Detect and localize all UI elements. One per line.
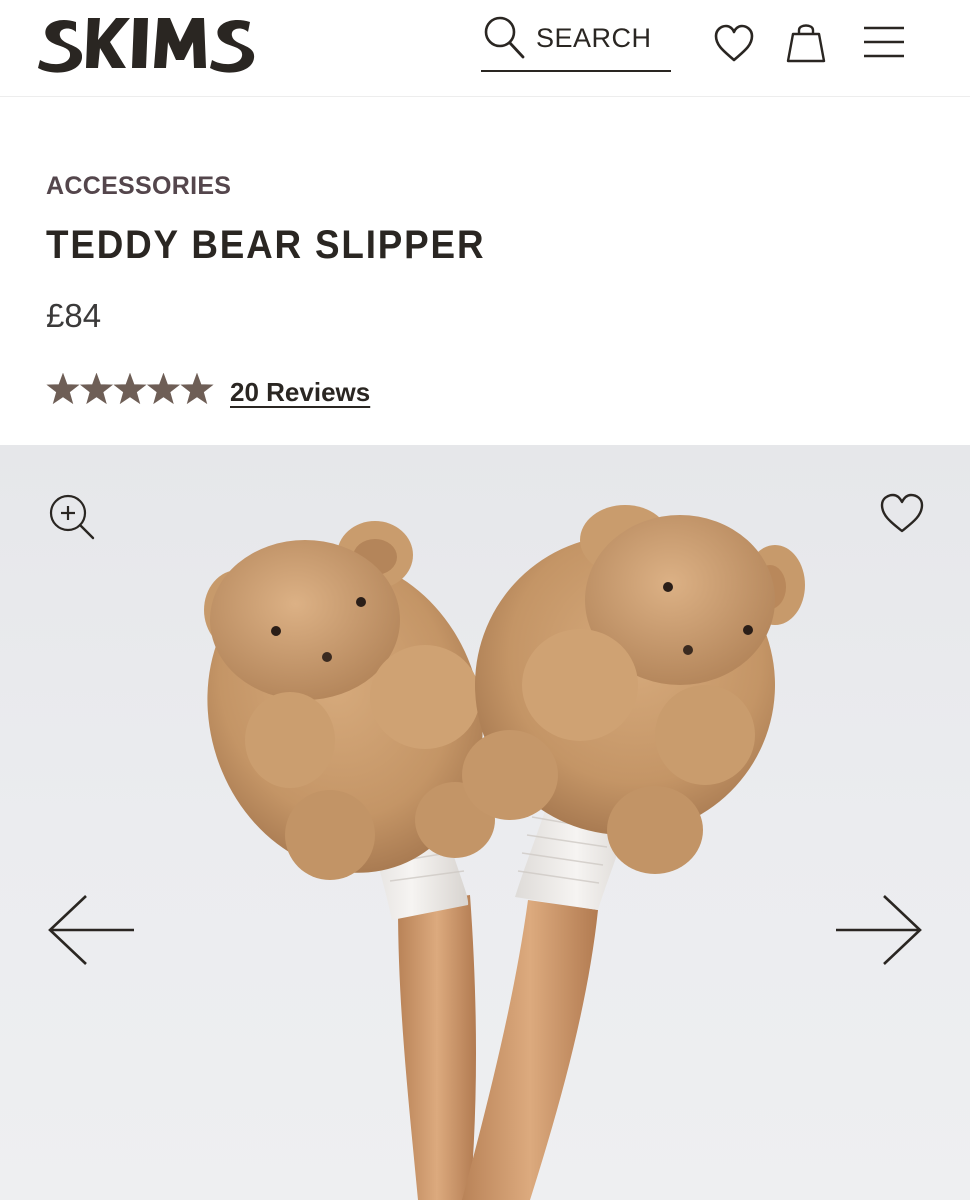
wishlist-heart-icon[interactable] bbox=[713, 24, 755, 64]
product-price: £84 bbox=[46, 297, 102, 334]
zoom-in-icon[interactable] bbox=[48, 493, 96, 541]
search-icon bbox=[481, 14, 525, 60]
reviews-link[interactable]: 20 Reviews bbox=[230, 377, 370, 408]
product-category[interactable]: ACCESSORIES bbox=[46, 172, 231, 201]
menu-icon[interactable] bbox=[862, 24, 906, 60]
product-info: ACCESSORIES TEDDY BEAR SLIPPER £84 20 Re… bbox=[0, 97, 970, 445]
arrow-left-icon[interactable] bbox=[46, 893, 136, 967]
star-icon bbox=[79, 372, 114, 405]
product-image-gallery bbox=[0, 445, 970, 1200]
search-label: SEARCH bbox=[536, 23, 652, 53]
star-icon bbox=[180, 372, 214, 405]
product-title: TEDDY BEAR SLIPPER bbox=[46, 223, 486, 267]
skims-logo[interactable] bbox=[36, 8, 260, 78]
star-icon bbox=[113, 372, 147, 405]
site-header: SEARCH bbox=[0, 0, 970, 97]
shopping-bag-icon[interactable] bbox=[786, 20, 826, 64]
star-icon bbox=[46, 372, 80, 405]
favorite-heart-icon[interactable] bbox=[879, 493, 925, 535]
star-icon bbox=[146, 372, 181, 405]
search-button[interactable]: SEARCH bbox=[481, 14, 671, 72]
product-photo bbox=[204, 505, 805, 1200]
arrow-right-icon[interactable] bbox=[834, 893, 924, 967]
star-rating bbox=[46, 372, 214, 407]
